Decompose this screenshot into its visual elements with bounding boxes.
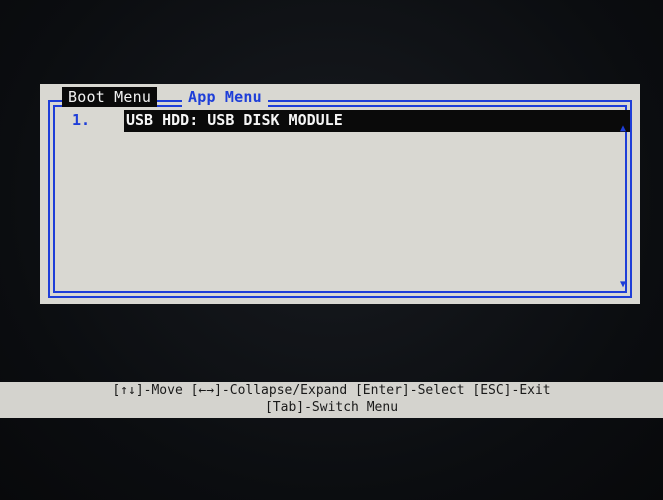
- boot-menu-panel: Boot Menu App Menu 1. USB HDD: USB DISK …: [40, 84, 640, 304]
- boot-device-row[interactable]: 1. USB HDD: USB DISK MODULE: [62, 110, 630, 132]
- help-line-switch: [Tab]-Switch Menu: [264, 400, 399, 415]
- scroll-down-icon[interactable]: ▼: [618, 279, 628, 290]
- boot-device-index: 1.: [72, 111, 91, 129]
- tab-app-menu[interactable]: App Menu: [182, 87, 268, 107]
- scroll-up-icon[interactable]: ▲: [618, 123, 628, 134]
- help-line-navigation: [↑↓]-Move [←→]-Collapse/Expand [Enter]-S…: [112, 383, 551, 398]
- help-bar: [↑↓]-Move [←→]-Collapse/Expand [Enter]-S…: [0, 382, 663, 418]
- tab-boot-menu[interactable]: Boot Menu: [62, 87, 158, 107]
- boot-device-label[interactable]: USB HDD: USB DISK MODULE: [124, 110, 630, 132]
- panel-border-inner: [53, 105, 627, 293]
